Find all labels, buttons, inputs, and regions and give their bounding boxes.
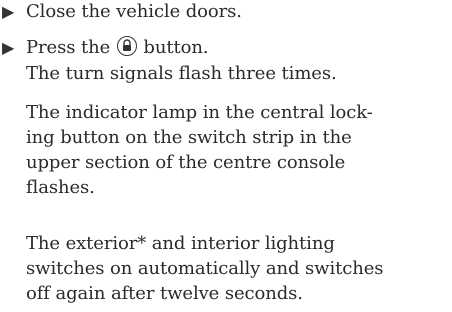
- paragraph-line: switches on automatically and switches: [26, 258, 384, 279]
- paragraph-line: The exterior* and interior lighting: [26, 233, 335, 254]
- paragraph-line: upper section of the centre console: [26, 152, 346, 173]
- paragraph-line: flashes.: [26, 177, 95, 198]
- result-paragraph-2: The indicator lamp in the central lock- …: [26, 100, 446, 200]
- instruction-page: ▶ Close the vehicle doors. ▶ Press the b…: [0, 0, 452, 312]
- step-text: Close the vehicle doors.: [26, 1, 242, 22]
- step-text-before: Press the: [26, 37, 111, 58]
- step-text: Press the button.: [26, 36, 209, 60]
- bullet-arrow-icon: ▶: [2, 2, 15, 21]
- step-text-after: button.: [143, 37, 209, 58]
- paragraph-line: The turn signals flash three times.: [26, 63, 337, 84]
- step-press-button: ▶ Press the button.: [2, 36, 209, 60]
- lock-icon: [116, 36, 137, 56]
- paragraph-line: off again after twelve seconds.: [26, 283, 303, 304]
- paragraph-line: ing button on the switch strip in the: [26, 127, 352, 148]
- bullet-arrow-icon: ▶: [2, 38, 15, 57]
- result-paragraph-3: The exterior* and interior lighting swit…: [26, 231, 446, 306]
- step-close-doors: ▶ Close the vehicle doors.: [2, 0, 242, 24]
- paragraph-line: The indicator lamp in the central lock-: [26, 102, 373, 123]
- result-paragraph-1: The turn signals flash three times.: [26, 61, 446, 86]
